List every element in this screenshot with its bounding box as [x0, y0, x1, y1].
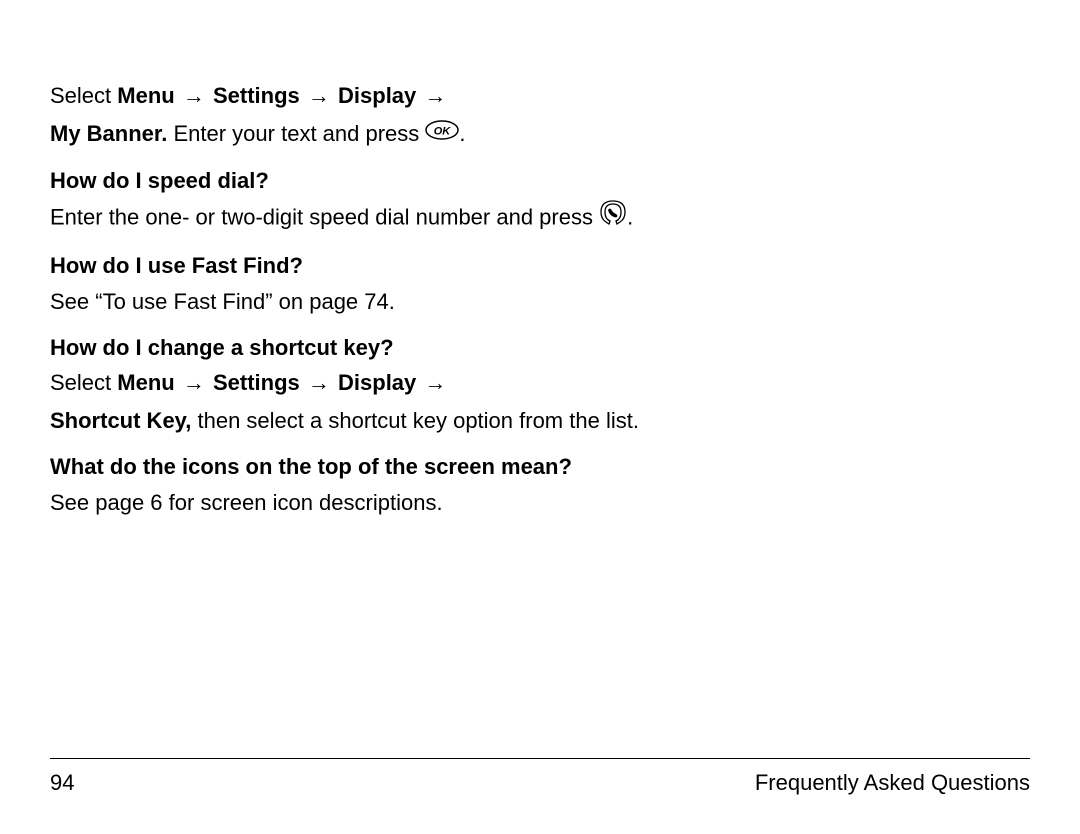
- display-label: Display: [338, 370, 416, 395]
- arrow-icon: →: [306, 83, 332, 108]
- display-label: Display: [338, 83, 416, 108]
- text-prefix: Select: [50, 83, 117, 108]
- arrow-icon: →: [306, 370, 332, 395]
- menu-label: Menu: [117, 370, 174, 395]
- instruction-select-display: Select Menu → Settings → Display →: [50, 80, 1030, 112]
- instruction-shortcut-key: Shortcut Key, then select a shortcut key…: [50, 405, 1030, 437]
- arrow-icon: →: [181, 370, 207, 395]
- question-icons-meaning: What do the icons on the top of the scre…: [50, 451, 1030, 483]
- answer-fast-find: See “To use Fast Find” on page 74.: [50, 286, 1030, 318]
- page-footer: 94 Frequently Asked Questions: [50, 767, 1030, 799]
- shortcut-key-label: Shortcut Key,: [50, 408, 191, 433]
- menu-label: Menu: [117, 83, 174, 108]
- text-rest: Enter your text and press: [167, 121, 425, 146]
- question-shortcut-key: How do I change a shortcut key?: [50, 332, 1030, 364]
- answer-text: Enter the one- or two-digit speed dial n…: [50, 204, 599, 229]
- question-speed-dial: How do I speed dial?: [50, 165, 1030, 197]
- text-rest: then select a shortcut key option from t…: [191, 408, 639, 433]
- footer-divider: [50, 758, 1030, 759]
- instruction-shortcut-path: Select Menu → Settings → Display →: [50, 367, 1030, 399]
- period: .: [459, 121, 465, 146]
- ok-icon: OK: [425, 117, 459, 149]
- page-number: 94: [50, 767, 74, 799]
- section-title: Frequently Asked Questions: [755, 767, 1030, 799]
- mybanner-label: My Banner.: [50, 121, 167, 146]
- settings-label: Settings: [213, 370, 300, 395]
- answer-speed-dial: Enter the one- or two-digit speed dial n…: [50, 201, 1030, 236]
- arrow-icon: →: [422, 370, 448, 395]
- settings-label: Settings: [213, 83, 300, 108]
- arrow-icon: →: [181, 83, 207, 108]
- call-icon: [599, 199, 627, 234]
- arrow-icon: →: [422, 83, 448, 108]
- period: .: [627, 204, 633, 229]
- text-prefix: Select: [50, 370, 117, 395]
- svg-text:OK: OK: [434, 126, 452, 138]
- question-fast-find: How do I use Fast Find?: [50, 250, 1030, 282]
- instruction-mybanner: My Banner. Enter your text and press OK …: [50, 118, 1030, 151]
- answer-icons-meaning: See page 6 for screen icon descriptions.: [50, 487, 1030, 519]
